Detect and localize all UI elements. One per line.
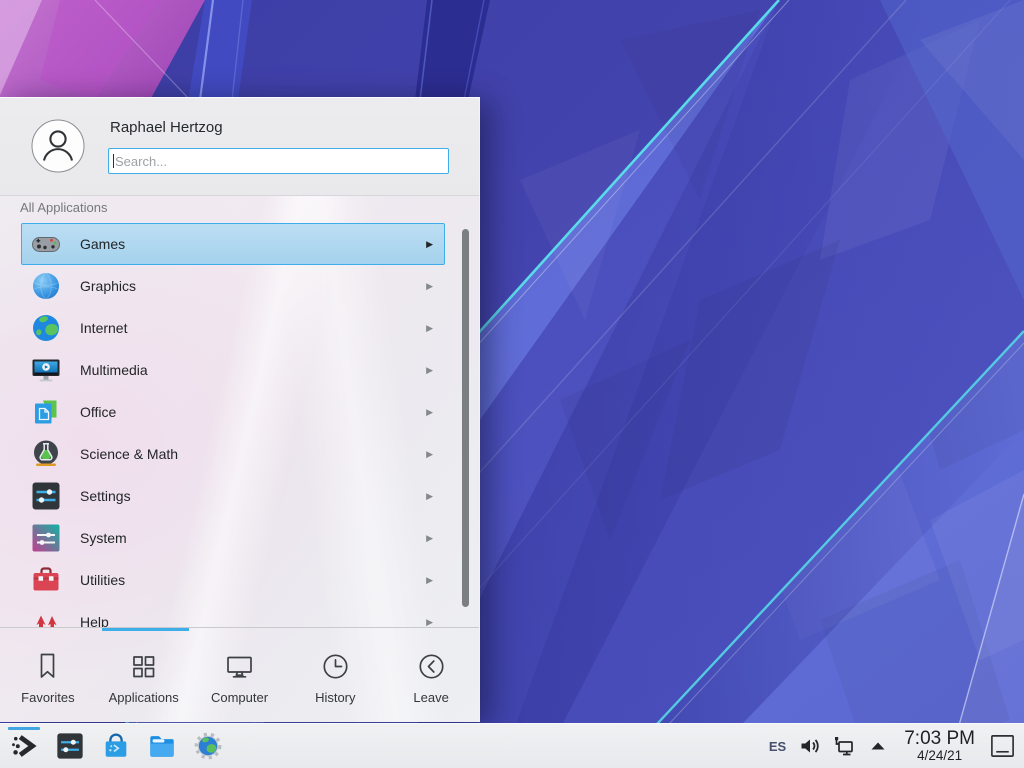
bookmark-icon: [32, 651, 63, 682]
category-label: Games: [80, 236, 125, 252]
submenu-arrow-icon: ▶: [426, 450, 433, 459]
submenu-arrow-icon: ▶: [426, 618, 433, 627]
desktop: Raphael Hertzog All Applications Games▶G…: [0, 0, 1024, 768]
category-games[interactable]: Games ▶: [21, 223, 445, 265]
discover-bag-icon: [101, 731, 131, 761]
tab-label: Computer: [211, 690, 268, 705]
submenu-arrow-icon: ▶: [426, 534, 433, 543]
submenu-arrow-icon: ▶: [426, 282, 433, 291]
submenu-arrow-icon: ▶: [426, 240, 433, 249]
science-flask-icon: [30, 438, 62, 470]
category-system[interactable]: System ▶: [21, 517, 445, 559]
user-name: Raphael Hertzog: [110, 119, 223, 136]
submenu-arrow-icon: ▶: [426, 492, 433, 501]
tab-label: Leave: [413, 690, 448, 705]
text-caret: [113, 154, 114, 168]
folder-icon: [147, 731, 177, 761]
search-input[interactable]: [108, 148, 449, 174]
kde-launcher-icon: [9, 731, 39, 761]
tab-favorites[interactable]: Favorites: [0, 632, 96, 723]
launcher-tab-bar: Favorites Applications Computer History Leav…: [0, 632, 479, 723]
globe-gear-icon: [193, 731, 223, 761]
category-label: Office: [80, 404, 116, 420]
category-label: Multimedia: [80, 362, 148, 378]
tab-leave[interactable]: Leave: [383, 632, 479, 723]
expander-up-icon[interactable]: [866, 734, 890, 758]
tab-computer[interactable]: Computer: [192, 632, 288, 723]
user-avatar[interactable]: [31, 119, 85, 173]
app-grid-icon: [128, 651, 159, 682]
submenu-arrow-icon: ▶: [426, 366, 433, 375]
taskbar-apps: [0, 724, 223, 768]
clock-icon: [320, 651, 351, 682]
computer-icon: [224, 651, 255, 682]
settings-sliders-icon: [30, 480, 62, 512]
submenu-arrow-icon: ▶: [426, 324, 433, 333]
category-label: Internet: [80, 320, 127, 336]
tab-history[interactable]: History: [287, 632, 383, 723]
category-graphics[interactable]: Graphics ▶: [21, 265, 445, 307]
taskbar: ES 7:03 PM 4/24/21: [0, 723, 1024, 768]
submenu-arrow-icon: ▶: [426, 408, 433, 417]
office-document-icon: [30, 396, 62, 428]
scrollbar[interactable]: [462, 229, 469, 607]
media-player-icon: [30, 354, 62, 386]
show-desktop-button[interactable]: [989, 732, 1016, 760]
category-settings[interactable]: Settings ▶: [21, 475, 445, 517]
launcher-header: Raphael Hertzog: [0, 98, 479, 196]
taskbar-web-browser[interactable]: [193, 731, 223, 761]
taskbar-discover[interactable]: [101, 731, 131, 761]
toolbox-icon: [30, 564, 62, 596]
clock-date: 4/24/21: [917, 749, 962, 763]
category-science-math[interactable]: Science & Math ▶: [21, 433, 445, 475]
tab-label: Applications: [109, 690, 179, 705]
network-icon[interactable]: [832, 734, 856, 758]
category-utilities[interactable]: Utilities ▶: [21, 559, 445, 601]
tab-applications[interactable]: Applications: [96, 632, 192, 723]
category-label: System: [80, 530, 127, 546]
tab-label: Favorites: [21, 690, 74, 705]
category-label: Utilities: [80, 572, 125, 588]
taskbar-system-settings[interactable]: [55, 731, 85, 761]
digital-clock[interactable]: 7:03 PM 4/24/21: [904, 729, 975, 763]
tab-separator: [0, 627, 479, 628]
submenu-arrow-icon: ▶: [426, 576, 433, 585]
system-sliders-icon: [30, 522, 62, 554]
category-office[interactable]: Office ▶: [21, 391, 445, 433]
category-help[interactable]: Help ▶: [21, 601, 445, 627]
category-label: Settings: [80, 488, 131, 504]
globe-icon: [30, 312, 62, 344]
category-list: Games▶Graphics▶Internet▶Multimedia▶Offic…: [0, 223, 480, 627]
tab-label: History: [315, 690, 355, 705]
taskbar-application-launcher[interactable]: [9, 731, 39, 761]
system-settings-icon: [55, 731, 85, 761]
gamepad-icon: [30, 228, 62, 260]
paint-sphere-icon: [30, 270, 62, 302]
category-label: Graphics: [80, 278, 136, 294]
active-tab-indicator: [102, 628, 189, 631]
application-launcher: Raphael Hertzog All Applications Games▶G…: [0, 97, 480, 722]
category-internet[interactable]: Internet ▶: [21, 307, 445, 349]
section-label: All Applications: [20, 200, 107, 215]
leave-circle-icon: [416, 651, 447, 682]
keyboard-layout-indicator[interactable]: ES: [767, 739, 788, 754]
category-label: Science & Math: [80, 446, 178, 462]
category-label: Help: [80, 614, 109, 627]
clock-time: 7:03 PM: [904, 729, 975, 749]
taskbar-file-manager[interactable]: [147, 731, 177, 761]
system-tray: ES 7:03 PM 4/24/21: [767, 724, 1016, 768]
category-multimedia[interactable]: Multimedia ▶: [21, 349, 445, 391]
help-arrows-icon: [30, 606, 62, 627]
volume-icon[interactable]: [798, 734, 822, 758]
